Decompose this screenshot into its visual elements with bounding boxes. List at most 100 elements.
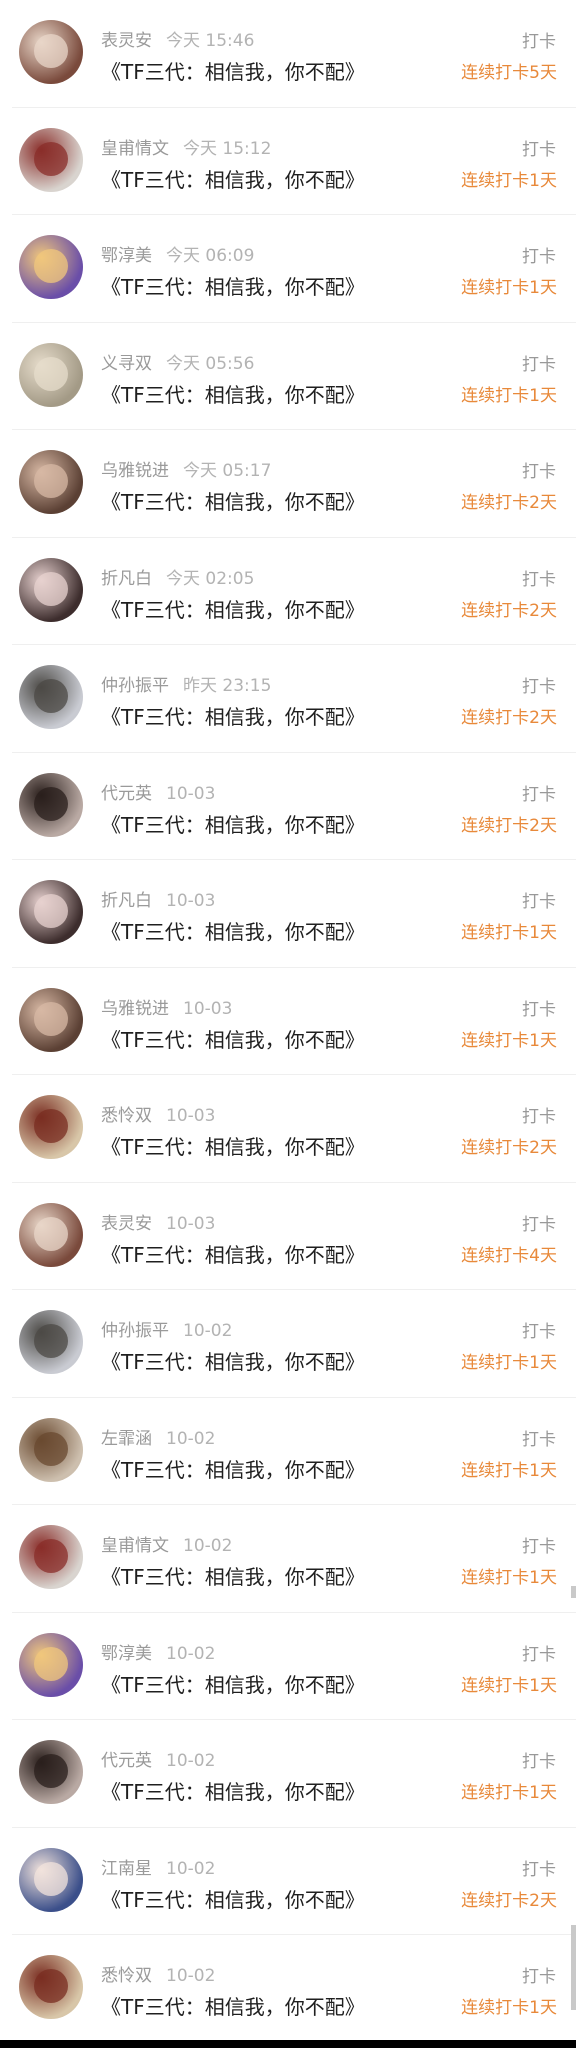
user-name[interactable]: 仲孙振平	[101, 1321, 169, 1341]
book-title[interactable]: 《TF三代：相信我，你不配》	[101, 809, 365, 838]
avatar[interactable]	[19, 127, 83, 192]
avatar[interactable]	[19, 557, 83, 622]
user-name[interactable]: 江南星	[101, 1859, 152, 1879]
checkin-type: 打卡	[522, 139, 556, 160]
avatar-face	[34, 1216, 68, 1251]
list-item[interactable]: 代元英 10-02 《TF三代：相信我，你不配》 打卡 连续打卡1天	[0, 1720, 576, 1828]
avatar[interactable]	[19, 1202, 83, 1267]
list-item[interactable]: 左霏涵 10-02 《TF三代：相信我，你不配》 打卡 连续打卡1天	[0, 1398, 576, 1506]
avatar-face	[34, 1754, 68, 1788]
checkin-type: 打卡	[522, 999, 556, 1020]
checkin-type: 打卡	[522, 32, 556, 52]
book-title[interactable]: 《TF三代：相信我，你不配》	[101, 56, 365, 85]
user-name[interactable]: 鄂淳美	[101, 246, 152, 266]
list-item[interactable]: 乌雅锐进 10-03 《TF三代：相信我，你不配》 打卡 连续打卡1天	[0, 968, 576, 1076]
avatar[interactable]	[19, 665, 83, 729]
book-title[interactable]: 《TF三代：相信我，你不配》	[101, 1669, 365, 1698]
list-item[interactable]: 鄂淳美 今天 06:09 《TF三代：相信我，你不配》 打卡 连续打卡1天	[0, 215, 576, 323]
user-name[interactable]: 皇甫情文	[101, 139, 169, 159]
book-title[interactable]: 《TF三代：相信我，你不配》	[101, 594, 365, 623]
streak-badge: 连续打卡1天	[461, 1353, 557, 1373]
book-title[interactable]: 《TF三代：相信我，你不配》	[101, 379, 365, 408]
book-title[interactable]: 《TF三代：相信我，你不配》	[101, 164, 365, 193]
user-name[interactable]: 鄂淳美	[101, 1644, 152, 1664]
avatar[interactable]	[19, 1955, 83, 2019]
checkin-type: 打卡	[522, 1859, 556, 1880]
avatar[interactable]	[19, 1847, 83, 1912]
book-title[interactable]: 《TF三代：相信我，你不配》	[101, 1991, 365, 2020]
user-name[interactable]: 左霏涵	[101, 1429, 152, 1449]
user-name[interactable]: 悉怜双	[101, 1966, 152, 1986]
book-title[interactable]: 《TF三代：相信我，你不配》	[101, 1776, 365, 1805]
scrollbar-thumb[interactable]	[571, 1586, 576, 1598]
avatar-face	[34, 1109, 68, 1143]
book-title[interactable]: 《TF三代：相信我，你不配》	[101, 1346, 365, 1375]
list-item[interactable]: 皇甫情文 今天 15:12 《TF三代：相信我，你不配》 打卡 连续打卡1天	[0, 108, 576, 216]
name-line: 乌雅锐进 今天 05:17	[101, 456, 271, 481]
scrollbar-thumb[interactable]	[571, 1925, 576, 2010]
list-item[interactable]: 仲孙振平 10-02 《TF三代：相信我，你不配》 打卡 连续打卡1天	[0, 1290, 576, 1398]
list-item[interactable]: 表灵安 今天 15:46 《TF三代：相信我，你不配》 打卡 连续打卡5天	[0, 0, 576, 108]
list-item[interactable]: 鄂淳美 10-02 《TF三代：相信我，你不配》 打卡 连续打卡1天	[0, 1613, 576, 1721]
avatar[interactable]	[19, 772, 83, 837]
avatar[interactable]	[19, 1417, 83, 1482]
streak-badge: 连续打卡2天	[461, 1890, 557, 1911]
user-name[interactable]: 代元英	[101, 1751, 152, 1771]
list-item[interactable]: 表灵安 10-03 《TF三代：相信我，你不配》 打卡 连续打卡4天	[0, 1183, 576, 1291]
name-line: 鄂淳美 10-02	[101, 1639, 215, 1664]
avatar-face	[34, 1539, 68, 1573]
user-name[interactable]: 代元英	[101, 784, 152, 804]
timestamp: 10-02	[166, 1966, 216, 1986]
avatar[interactable]	[19, 1525, 83, 1589]
book-title[interactable]: 《TF三代：相信我，你不配》	[101, 1454, 365, 1483]
list-item[interactable]: 皇甫情文 10-02 《TF三代：相信我，你不配》 打卡 连续打卡1天	[0, 1505, 576, 1613]
book-title[interactable]: 《TF三代：相信我，你不配》	[101, 271, 365, 300]
avatar[interactable]	[19, 880, 83, 944]
user-name[interactable]: 表灵安	[101, 1214, 152, 1234]
user-name[interactable]: 皇甫情文	[101, 1536, 169, 1556]
avatar[interactable]	[19, 20, 83, 84]
book-title[interactable]: 《TF三代：相信我，你不配》	[101, 916, 365, 945]
avatar[interactable]	[19, 1095, 83, 1159]
user-name[interactable]: 义寻双	[101, 354, 152, 374]
user-name[interactable]: 乌雅锐进	[101, 999, 169, 1019]
avatar[interactable]	[19, 342, 83, 407]
list-item[interactable]: 折凡白 今天 02:05 《TF三代：相信我，你不配》 打卡 连续打卡2天	[0, 538, 576, 646]
user-name[interactable]: 折凡白	[101, 891, 152, 911]
avatar[interactable]	[19, 1632, 83, 1697]
user-name[interactable]: 折凡白	[101, 569, 152, 589]
streak-badge: 连续打卡1天	[461, 1568, 557, 1588]
user-name[interactable]: 乌雅锐进	[101, 461, 169, 481]
timestamp: 今天 15:46	[166, 31, 255, 51]
bottom-edge	[0, 2040, 576, 2048]
list-item[interactable]: 义寻双 今天 05:56 《TF三代：相信我，你不配》 打卡 连续打卡1天	[0, 323, 576, 431]
list-item[interactable]: 悉怜双 10-03 《TF三代：相信我，你不配》 打卡 连续打卡2天	[0, 1075, 576, 1183]
book-title[interactable]: 《TF三代：相信我，你不配》	[101, 486, 365, 515]
timestamp: 10-03	[166, 1106, 216, 1126]
avatar[interactable]	[19, 450, 83, 514]
avatar[interactable]	[19, 987, 83, 1052]
avatar[interactable]	[19, 235, 83, 299]
list-item[interactable]: 江南星 10-02 《TF三代：相信我，你不配》 打卡 连续打卡2天	[0, 1828, 576, 1936]
timestamp: 10-03	[183, 998, 233, 1019]
list-item[interactable]: 代元英 10-03 《TF三代：相信我，你不配》 打卡 连续打卡2天	[0, 753, 576, 861]
book-title[interactable]: 《TF三代：相信我，你不配》	[101, 1131, 365, 1160]
book-title[interactable]: 《TF三代：相信我，你不配》	[101, 1884, 365, 1913]
user-name[interactable]: 表灵安	[101, 31, 152, 51]
book-title[interactable]: 《TF三代：相信我，你不配》	[101, 1561, 365, 1590]
list-item[interactable]: 折凡白 10-03 《TF三代：相信我，你不配》 打卡 连续打卡1天	[0, 860, 576, 968]
avatar[interactable]	[19, 1310, 83, 1374]
list-item[interactable]: 仲孙振平 昨天 23:15 《TF三代：相信我，你不配》 打卡 连续打卡2天	[0, 645, 576, 753]
streak-badge: 连续打卡1天	[461, 1460, 557, 1481]
checkin-type: 打卡	[522, 1644, 556, 1665]
book-title[interactable]: 《TF三代：相信我，你不配》	[101, 1239, 365, 1268]
list-item[interactable]: 乌雅锐进 今天 05:17 《TF三代：相信我，你不配》 打卡 连续打卡2天	[0, 430, 576, 538]
user-name[interactable]: 悉怜双	[101, 1106, 152, 1126]
streak-badge: 连续打卡2天	[461, 1138, 557, 1158]
book-title[interactable]: 《TF三代：相信我，你不配》	[101, 1024, 365, 1053]
book-title[interactable]: 《TF三代：相信我，你不配》	[101, 701, 365, 730]
list-item[interactable]: 悉怜双 10-02 《TF三代：相信我，你不配》 打卡 连续打卡1天	[0, 1935, 576, 2043]
user-name[interactable]: 仲孙振平	[101, 676, 169, 696]
avatar-face	[34, 571, 68, 606]
avatar[interactable]	[19, 1740, 83, 1804]
